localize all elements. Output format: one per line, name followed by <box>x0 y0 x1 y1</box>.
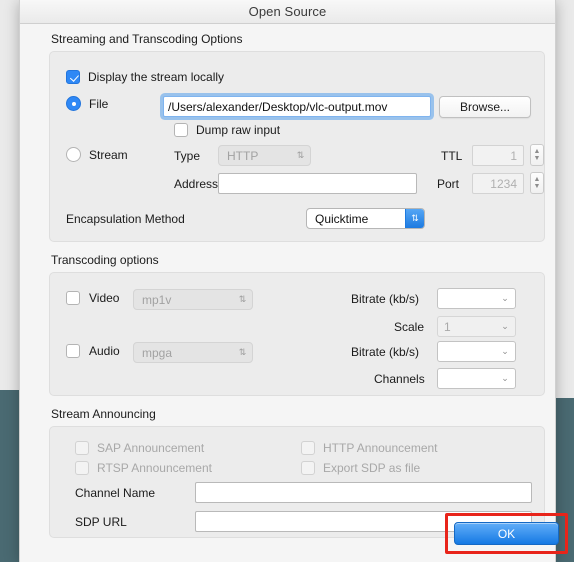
channel-name-input[interactable] <box>195 482 532 503</box>
video-checkbox[interactable] <box>66 291 80 305</box>
address-input[interactable] <box>218 173 417 194</box>
chevron-updown-icon: ⇅ <box>238 347 247 357</box>
file-path-value: /Users/alexander/Desktop/vlc-output.mov <box>168 99 388 114</box>
rtsp-announcement-row[interactable]: RTSP Announcement <box>75 461 212 475</box>
video-codec-value: mp1v <box>142 292 172 307</box>
streaming-options-group: Display the stream locally File /Users/a… <box>49 51 545 242</box>
dialog-titlebar[interactable]: Open Source <box>20 0 555 24</box>
scale-combo[interactable]: 1 ⌄ <box>437 316 516 337</box>
chevron-updown-icon: ⇅ <box>296 150 305 160</box>
http-announcement-label: HTTP Announcement <box>323 441 438 455</box>
ttl-input[interactable]: 1 <box>472 145 524 166</box>
audio-checkbox[interactable] <box>66 344 80 358</box>
port-input[interactable]: 1234 <box>472 173 524 194</box>
export-sdp-label: Export SDP as file <box>323 461 421 475</box>
open-source-dialog: Open Source Streaming and Transcoding Op… <box>19 0 568 562</box>
channels-combo[interactable]: ⌄ <box>437 368 516 389</box>
stepper-up-icon[interactable]: ▲ <box>534 176 541 183</box>
sdp-url-label: SDP URL <box>75 515 127 529</box>
stream-radio-row[interactable]: Stream <box>66 147 128 162</box>
file-path-input[interactable]: /Users/alexander/Desktop/vlc-output.mov <box>163 96 431 117</box>
dialog-content: Streaming and Transcoding Options Displa… <box>20 24 555 538</box>
chevron-down-icon: ⌄ <box>501 321 509 331</box>
export-sdp-checkbox[interactable] <box>301 461 315 475</box>
audio-bitrate-combo[interactable]: ⌄ <box>437 341 516 362</box>
port-value: 1234 <box>490 176 517 191</box>
ok-button-label: OK <box>497 526 516 541</box>
stream-type-value: HTTP <box>227 148 259 163</box>
window-title: Open Source <box>248 4 327 19</box>
channels-label: Channels <box>374 372 425 386</box>
audio-label: Audio <box>89 344 120 358</box>
dump-raw-input-label: Dump raw input <box>196 123 281 137</box>
stream-type-select[interactable]: HTTP ⇅ <box>218 145 311 166</box>
sap-announcement-row[interactable]: SAP Announcement <box>75 441 204 455</box>
chevron-updown-icon: ⇅ <box>405 209 424 228</box>
streaming-group-label: Streaming and Transcoding Options <box>51 32 243 46</box>
display-locally-checkbox[interactable] <box>66 70 80 84</box>
display-locally-label: Display the stream locally <box>88 70 225 84</box>
stream-type-label: Type <box>174 149 201 163</box>
ttl-label: TTL <box>441 149 463 163</box>
sap-announcement-checkbox[interactable] <box>75 441 89 455</box>
export-sdp-row[interactable]: Export SDP as file <box>301 461 420 475</box>
video-bitrate-combo[interactable]: ⌄ <box>437 288 516 309</box>
file-radio[interactable] <box>66 96 81 111</box>
display-locally-row[interactable]: Display the stream locally <box>66 70 224 84</box>
chevron-down-icon: ⌄ <box>501 293 509 303</box>
browse-button-label: Browse... <box>459 100 510 114</box>
rtsp-announcement-checkbox[interactable] <box>75 461 89 475</box>
channel-name-label: Channel Name <box>75 486 156 500</box>
stepper-up-icon[interactable]: ▲ <box>534 148 541 155</box>
transcoding-group-label: Transcoding options <box>51 253 159 267</box>
dump-raw-input-row[interactable]: Dump raw input <box>174 123 280 137</box>
port-stepper[interactable]: ▲ ▼ <box>530 172 544 194</box>
video-row[interactable]: Video <box>66 291 119 305</box>
http-announcement-row[interactable]: HTTP Announcement <box>301 441 438 455</box>
audio-codec-select[interactable]: mpga ⇅ <box>133 342 253 363</box>
encapsulation-select[interactable]: Quicktime ⇅ <box>306 208 425 229</box>
encapsulation-label: Encapsulation Method <box>66 212 185 226</box>
address-label: Address <box>174 177 219 191</box>
scale-value: 1 <box>444 319 451 334</box>
encapsulation-value: Quicktime <box>315 211 369 226</box>
announcing-group-label: Stream Announcing <box>51 407 156 421</box>
audio-row[interactable]: Audio <box>66 344 120 358</box>
ttl-stepper[interactable]: ▲ ▼ <box>530 144 544 166</box>
rtsp-announcement-label: RTSP Announcement <box>97 461 212 475</box>
http-announcement-checkbox[interactable] <box>301 441 315 455</box>
file-radio-label: File <box>89 96 109 111</box>
stream-radio[interactable] <box>66 147 81 162</box>
ttl-value: 1 <box>510 148 517 163</box>
stepper-down-icon[interactable]: ▼ <box>534 183 541 190</box>
video-label: Video <box>89 291 120 305</box>
ok-button[interactable]: OK <box>454 522 559 545</box>
audio-bitrate-label: Bitrate (kb/s) <box>351 345 420 359</box>
sap-announcement-label: SAP Announcement <box>97 441 205 455</box>
scale-label: Scale <box>394 320 425 334</box>
video-bitrate-label: Bitrate (kb/s) <box>351 292 420 306</box>
video-codec-select[interactable]: mp1v ⇅ <box>133 289 253 310</box>
chevron-updown-icon: ⇅ <box>238 294 247 304</box>
audio-codec-value: mpga <box>142 345 173 360</box>
stepper-down-icon[interactable]: ▼ <box>534 155 541 162</box>
chevron-down-icon: ⌄ <box>501 346 509 356</box>
stream-radio-label: Stream <box>89 147 128 162</box>
transcoding-options-group: Video mp1v ⇅ Bitrate (kb/s) ⌄ Scale 1 ⌄ … <box>49 272 545 396</box>
port-label: Port <box>437 177 460 191</box>
dump-raw-input-checkbox[interactable] <box>174 123 188 137</box>
chevron-down-icon: ⌄ <box>501 373 509 383</box>
file-radio-row[interactable]: File <box>66 96 108 111</box>
browse-button[interactable]: Browse... <box>439 96 531 118</box>
